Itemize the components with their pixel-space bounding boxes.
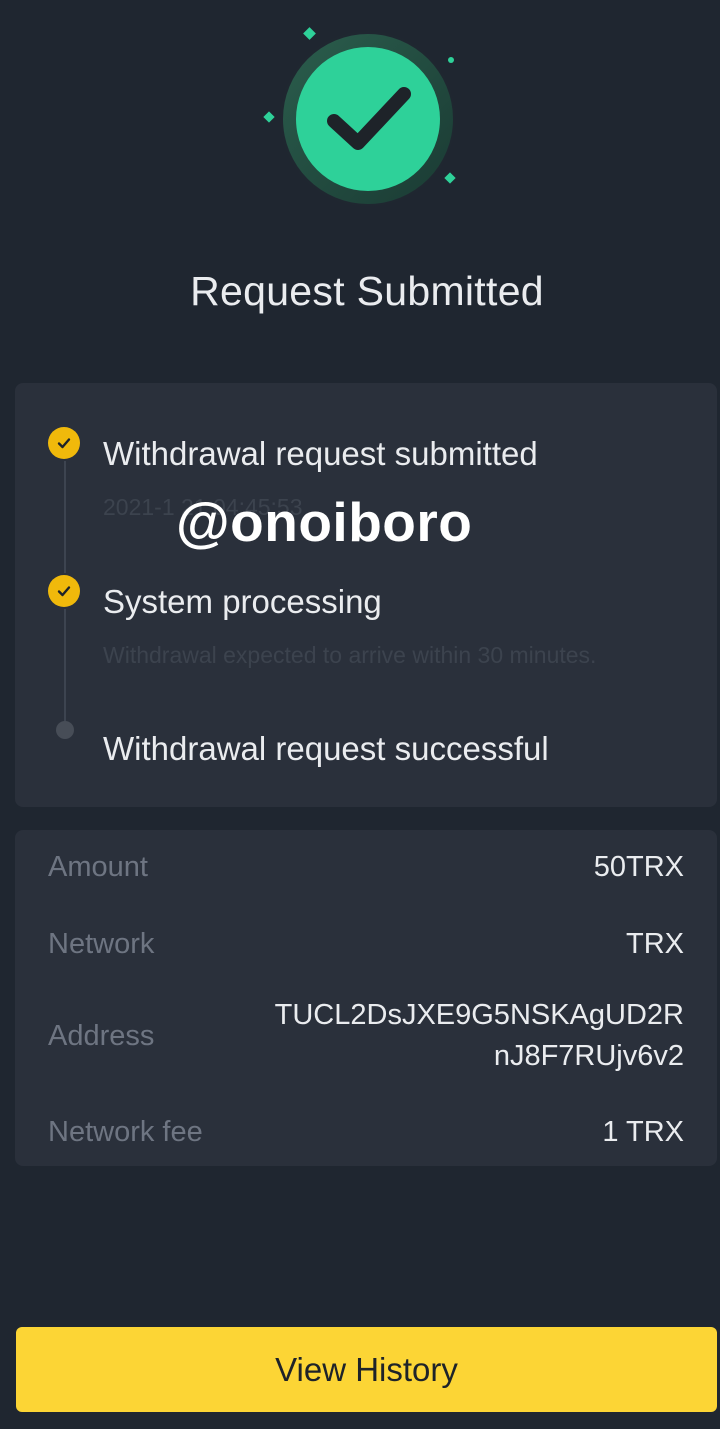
network-label: Network: [48, 928, 155, 960]
step-title-successful: Withdrawal request successful: [103, 730, 549, 767]
step-done-check-icon: [48, 575, 80, 607]
step-title-processing: System processing: [103, 583, 382, 620]
step-processing-note: Withdrawal expected to arrive within 30 …: [103, 642, 597, 668]
withdrawal-status-timeline: Withdrawal request submitted 2021-1 21 0…: [15, 383, 717, 807]
amount-value: 50TRX: [593, 851, 684, 883]
timeline-connector: [64, 461, 66, 573]
timeline-connector: [64, 609, 66, 729]
address-label: Address: [48, 1020, 155, 1052]
page-title: Request Submitted: [190, 268, 544, 314]
amount-label: Amount: [48, 851, 148, 883]
success-check-icon: [263, 27, 460, 211]
watermark-text: @onoiboro: [176, 491, 473, 553]
step-pending-dot: [56, 721, 74, 739]
network-fee-label: Network fee: [48, 1116, 203, 1148]
step-done-check-icon: [48, 427, 80, 459]
address-line-1: TUCL2DsJXE9G5NSKAgUD2R: [274, 999, 684, 1031]
network-value: TRX: [626, 928, 684, 960]
step-title-submitted: Withdrawal request submitted: [103, 435, 538, 472]
address-line-2: nJ8F7RUjv6v2: [493, 1040, 684, 1072]
view-history-button[interactable]: View History: [16, 1327, 717, 1412]
network-fee-value: 1 TRX: [602, 1116, 684, 1148]
address-value: TUCL2DsJXE9G5NSKAgUD2R nJ8F7RUjv6v2: [275, 995, 684, 1077]
withdrawal-details: Amount 50TRX Network TRX Address TUCL2Ds…: [15, 830, 717, 1166]
